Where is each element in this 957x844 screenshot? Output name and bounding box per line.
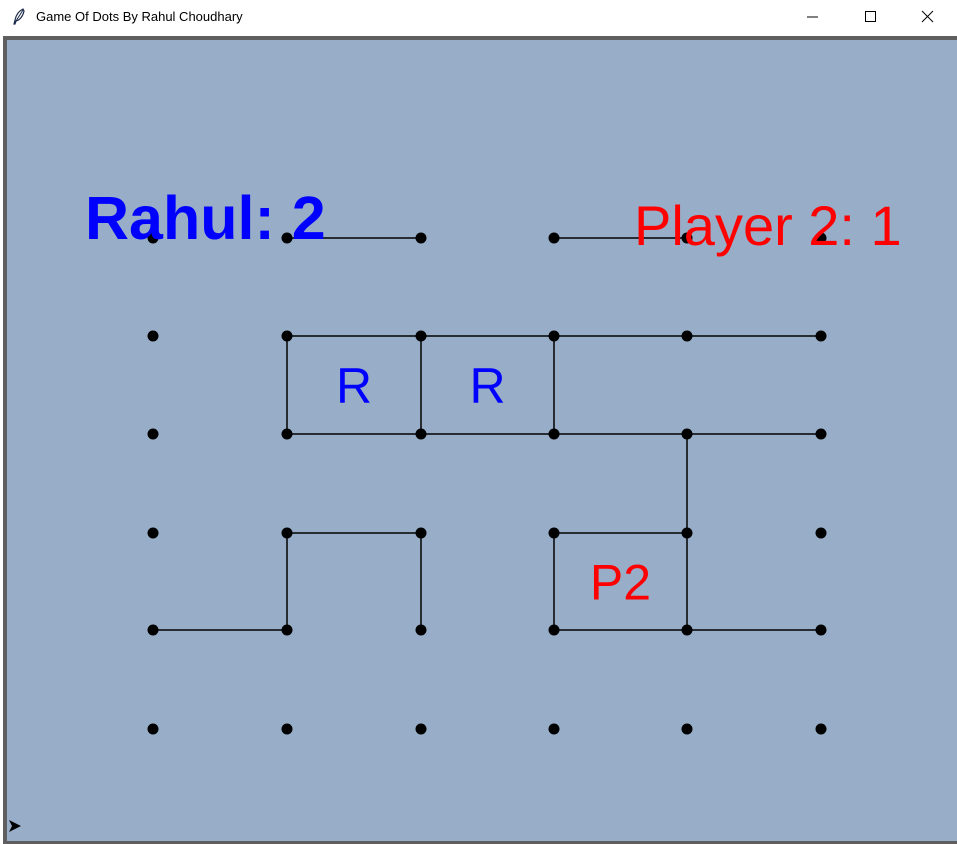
box-owner-label: P2 <box>590 555 651 611</box>
maximize-icon <box>865 11 876 22</box>
grid-dot[interactable] <box>147 330 159 342</box>
grid-dot[interactable] <box>815 723 827 735</box>
grid-dot[interactable] <box>548 330 560 342</box>
player1-score: Rahul: 2 <box>85 184 326 252</box>
grid-dot[interactable] <box>548 723 560 735</box>
grid-dot[interactable] <box>147 723 159 735</box>
grid-dot[interactable] <box>147 428 159 440</box>
grid-dot[interactable] <box>681 330 693 342</box>
grid-dot[interactable] <box>281 428 293 440</box>
grid-dot[interactable] <box>815 428 827 440</box>
window-title: Game Of Dots By Rahul Choudhary <box>36 9 243 24</box>
maximize-button[interactable] <box>842 0 900 33</box>
close-button[interactable] <box>899 0 957 33</box>
grid-dot[interactable] <box>281 624 293 636</box>
grid-dot[interactable] <box>415 624 427 636</box>
grid-dot[interactable] <box>415 232 427 244</box>
grid-dot[interactable] <box>147 527 159 539</box>
feather-icon <box>13 8 25 25</box>
grid-dot[interactable] <box>415 527 427 539</box>
grid-dot[interactable] <box>281 330 293 342</box>
grid-dot[interactable] <box>681 624 693 636</box>
box-owner-label: R <box>469 358 505 414</box>
game-canvas[interactable]: R R P2 Rahul: 2 Player 2: 1 <box>7 40 957 841</box>
grid-dot[interactable] <box>815 624 827 636</box>
game-board[interactable]: R R P2 <box>7 40 957 841</box>
player2-score: Player 2: 1 <box>634 194 902 257</box>
grid-dot[interactable] <box>415 330 427 342</box>
grid-dot[interactable] <box>415 428 427 440</box>
box-owner-label: R <box>336 358 372 414</box>
grid-dot[interactable] <box>548 428 560 440</box>
grid-dot[interactable] <box>548 624 560 636</box>
grid-dot[interactable] <box>548 527 560 539</box>
grid-dot[interactable] <box>281 723 293 735</box>
grid-dot[interactable] <box>681 527 693 539</box>
grid-dot[interactable] <box>548 232 560 244</box>
minimize-button[interactable] <box>784 0 842 33</box>
grid-dot[interactable] <box>681 428 693 440</box>
grid-dot[interactable] <box>415 723 427 735</box>
grid-dot[interactable] <box>681 723 693 735</box>
close-icon <box>921 10 934 23</box>
grid-dot[interactable] <box>815 330 827 342</box>
mouse-cursor-icon <box>9 820 21 832</box>
grid-dot[interactable] <box>281 527 293 539</box>
minimize-icon <box>807 16 818 18</box>
title-bar[interactable]: Game Of Dots By Rahul Choudhary <box>0 0 957 33</box>
grid-dot[interactable] <box>815 527 827 539</box>
grid-dot[interactable] <box>147 624 159 636</box>
